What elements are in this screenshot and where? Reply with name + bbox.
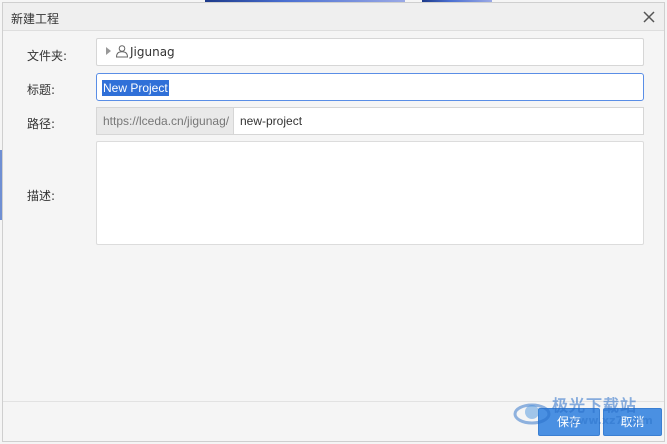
- user-icon: [115, 44, 129, 58]
- close-icon[interactable]: [640, 8, 658, 26]
- save-button[interactable]: 保存: [538, 408, 600, 436]
- title-input-selected-text[interactable]: New Project: [102, 80, 169, 96]
- cancel-button[interactable]: 取消: [603, 408, 662, 436]
- expand-triangle-icon[interactable]: [106, 47, 111, 55]
- path-label: 路径:: [27, 117, 56, 131]
- folder-selector[interactable]: Jigunag: [96, 38, 644, 66]
- description-label: 描述:: [27, 189, 56, 203]
- new-project-dialog: 新建工程 文件夹: Jigunag 标题: New Project 路径: ht…: [2, 2, 665, 442]
- path-row: https://lceda.cn/jigunag/ new-project: [96, 107, 644, 135]
- path-prefix: https://lceda.cn/jigunag/: [96, 107, 233, 135]
- folder-name: Jigunag: [130, 45, 175, 59]
- dialog-title: 新建工程: [11, 12, 60, 26]
- footer-divider: [3, 401, 664, 402]
- title-label: 标题:: [27, 83, 56, 97]
- path-input[interactable]: new-project: [233, 107, 644, 135]
- description-textarea[interactable]: [96, 141, 644, 245]
- dialog-titlebar: 新建工程: [3, 3, 664, 31]
- title-field[interactable]: New Project: [96, 73, 644, 101]
- folder-label: 文件夹:: [27, 49, 68, 63]
